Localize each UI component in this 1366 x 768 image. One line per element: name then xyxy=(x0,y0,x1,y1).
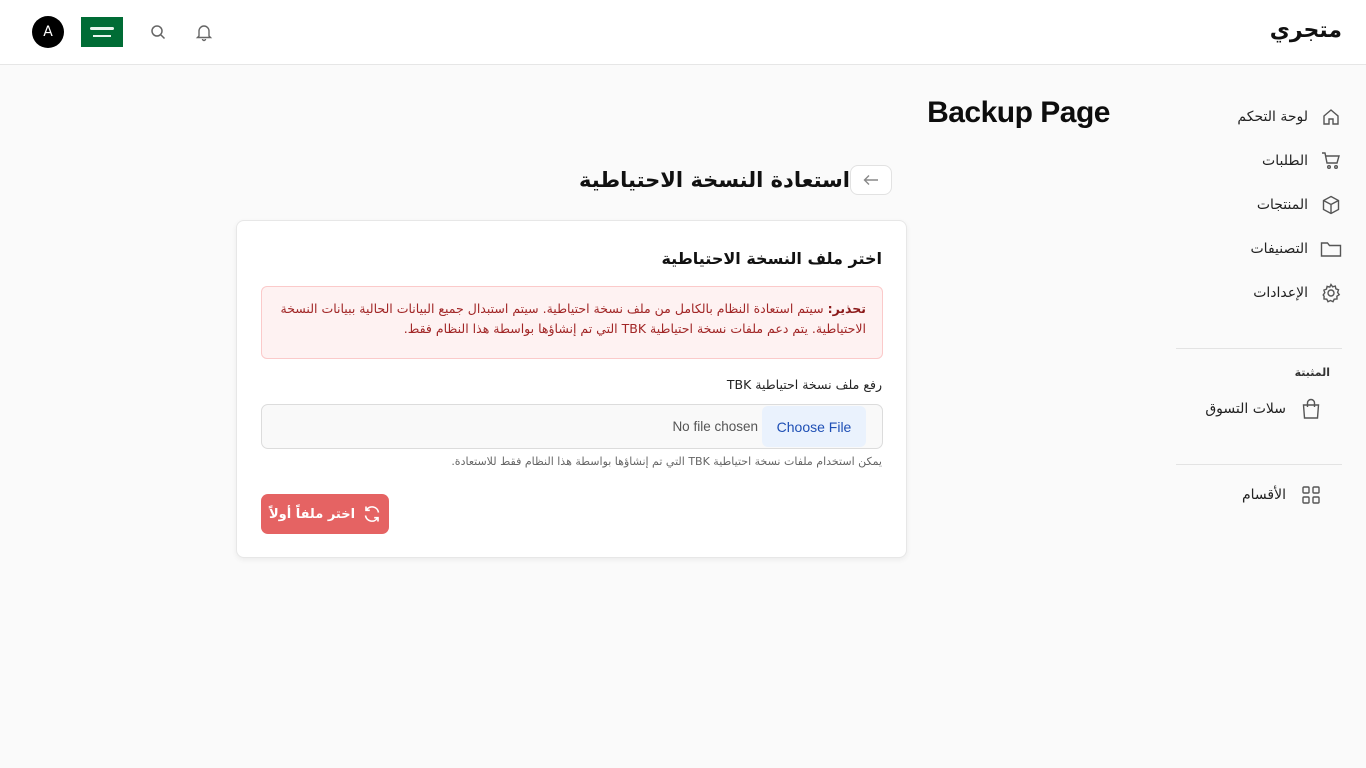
top-header: متجري A xyxy=(0,0,1366,65)
grid-icon xyxy=(1300,484,1322,506)
warning-alert: تحذير: سيتم استعادة النظام بالكامل من مل… xyxy=(261,286,883,359)
page-title: Backup Page xyxy=(927,96,1110,129)
sidebar-item-dashboard[interactable]: لوحة التحكم xyxy=(1176,101,1342,133)
brand-logo[interactable]: متجري xyxy=(1270,18,1342,43)
cart-icon xyxy=(1320,150,1342,172)
card-title: اختر ملف النسخة الاحتياطية xyxy=(661,249,882,268)
section-title: استعادة النسخة الاحتياطية xyxy=(579,168,850,192)
bell-icon[interactable] xyxy=(192,20,216,44)
no-file-text: No file chosen xyxy=(672,419,758,434)
sub-title-row: استعادة النسخة الاحتياطية xyxy=(579,164,892,196)
home-icon xyxy=(1320,106,1342,128)
sidebar-item-label: الأقسام xyxy=(1242,487,1286,503)
saudi-flag-icon[interactable] xyxy=(81,17,123,47)
sidebar-item-sections[interactable]: الأقسام xyxy=(1156,479,1322,511)
shopping-bag-icon xyxy=(1300,398,1322,420)
sidebar-item-categories[interactable]: التصنيفات xyxy=(1176,233,1342,265)
gear-icon xyxy=(1320,282,1342,304)
box-icon xyxy=(1320,194,1342,216)
refresh-icon xyxy=(363,505,381,523)
search-icon[interactable] xyxy=(146,20,170,44)
submit-label: اختر ملفاً أولاً xyxy=(268,506,356,522)
choose-file-button[interactable]: Choose File xyxy=(762,406,866,447)
sidebar-item-label: لوحة التحكم xyxy=(1237,109,1308,125)
sidebar-item-label: سلات التسوق xyxy=(1205,401,1286,417)
sidebar-item-label: التصنيفات xyxy=(1250,241,1309,257)
arrow-left-icon xyxy=(863,171,879,190)
restore-submit-button[interactable]: اختر ملفاً أولاً xyxy=(261,494,389,534)
alert-text: سيتم استعادة النظام بالكامل من ملف نسخة … xyxy=(280,301,867,336)
sidebar-item-products[interactable]: المنتجات xyxy=(1176,189,1342,221)
upload-hint: يمكن استخدام ملفات نسخة احتياطية TBK الت… xyxy=(451,455,882,468)
user-avatar[interactable]: A xyxy=(32,16,64,48)
sidebar-item-orders[interactable]: الطلبات xyxy=(1176,145,1342,177)
file-input[interactable]: Choose File No file chosen xyxy=(261,404,883,449)
sidebar-item-label: الطلبات xyxy=(1262,153,1308,169)
sidebar-item-label: الإعدادات xyxy=(1253,285,1308,301)
restore-card: اختر ملف النسخة الاحتياطية تحذير: سيتم ا… xyxy=(236,220,907,558)
sidebar-item-label: المنتجات xyxy=(1256,197,1308,213)
upload-label: رفع ملف نسخة احتياطية TBK xyxy=(726,377,882,392)
alert-strong: تحذير: xyxy=(827,301,866,316)
pinned-section-title: المثبتة xyxy=(1294,366,1330,379)
back-button[interactable] xyxy=(850,165,892,195)
sidebar-divider xyxy=(1176,464,1342,465)
sidebar-divider xyxy=(1176,348,1342,349)
sidebar-item-settings[interactable]: الإعدادات xyxy=(1176,277,1342,309)
sidebar-item-shopping-carts[interactable]: سلات التسوق xyxy=(1156,393,1322,425)
folder-icon xyxy=(1320,238,1342,260)
